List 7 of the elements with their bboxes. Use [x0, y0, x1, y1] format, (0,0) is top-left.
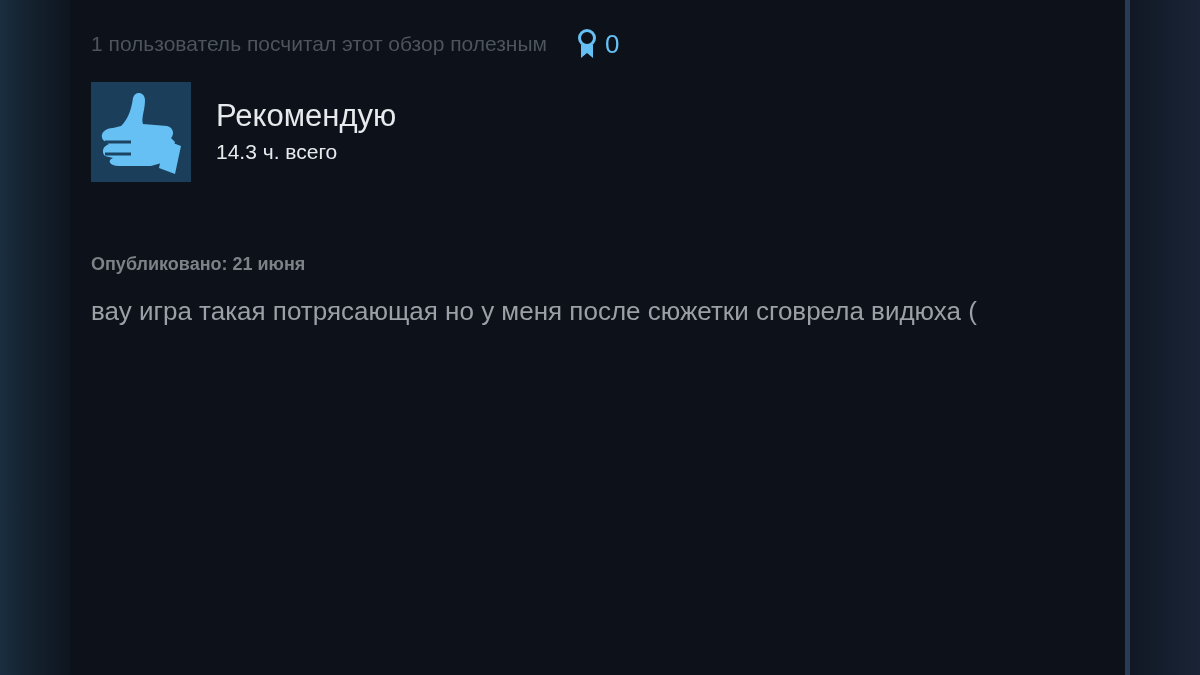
posted-date: Опубликовано: 21 июня — [91, 254, 307, 275]
review-text: вау игра такая потрясающая но у меня после сюжетки сговрела видюха ( — [91, 295, 978, 328]
verdict-title: Рекомендую — [216, 98, 397, 134]
award-button[interactable]: 0 — [577, 28, 620, 60]
helpful-count-text: 1 пользователь посчитал этот обзор полезным — [91, 32, 547, 56]
award-icon — [577, 29, 597, 59]
playtime-text: 14.3 ч. всего — [216, 140, 339, 164]
